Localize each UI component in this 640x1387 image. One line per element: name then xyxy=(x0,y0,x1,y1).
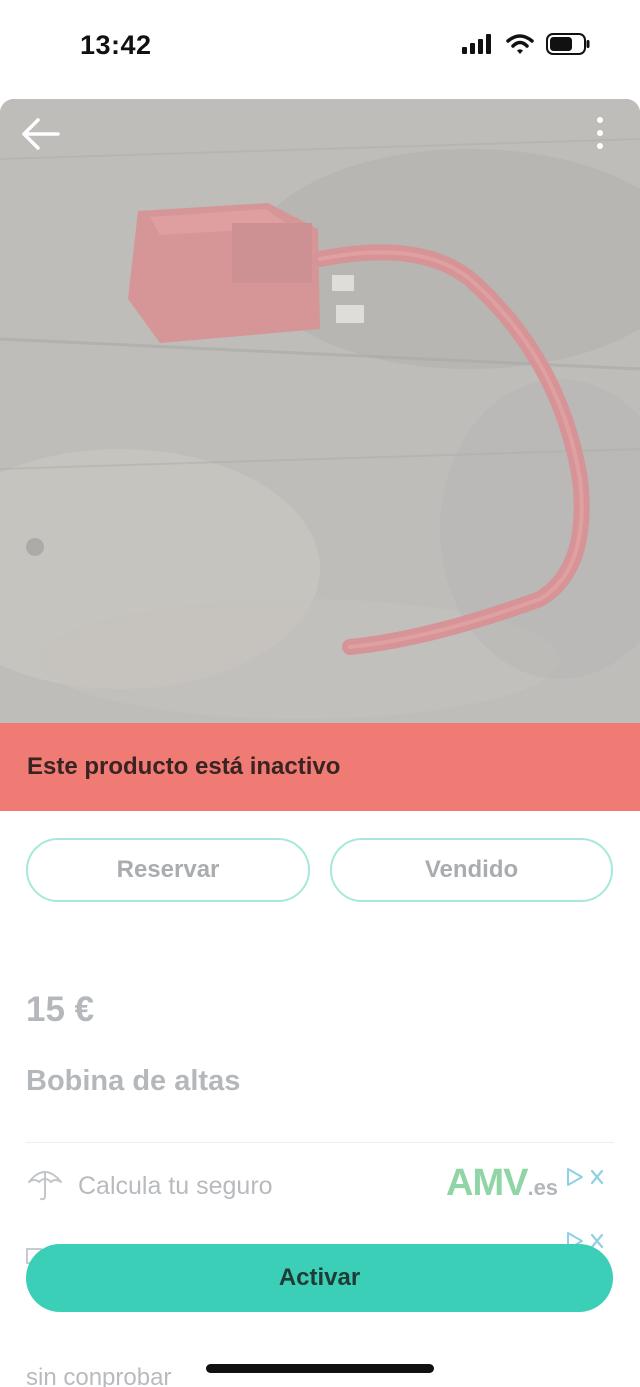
inactive-banner: Este producto está inactivo xyxy=(0,723,640,811)
inactive-banner-text: Este producto está inactivo xyxy=(27,753,341,780)
battery-icon xyxy=(546,33,590,55)
status-bar: 13:42 xyxy=(0,0,640,98)
product-photo[interactable] xyxy=(0,99,640,723)
insurance-ad[interactable]: Calcula tu seguro AMV.es xyxy=(26,1160,614,1214)
ad-choices-icon[interactable] xyxy=(564,1166,610,1190)
umbrella-icon xyxy=(28,1171,62,1201)
product-title: Bobina de altas xyxy=(26,1065,241,1097)
wifi-icon xyxy=(506,34,534,54)
status-time: 13:42 xyxy=(80,30,152,60)
ad-text: Calcula tu seguro xyxy=(78,1172,273,1200)
back-arrow-icon[interactable] xyxy=(18,116,62,152)
product-price: 15 € xyxy=(26,990,95,1029)
sold-button[interactable]: Vendido xyxy=(330,838,613,902)
reserve-button[interactable]: Reservar xyxy=(26,838,310,902)
photo-inactive-overlay xyxy=(0,99,640,723)
more-options-icon[interactable] xyxy=(588,114,612,154)
ad-brand-suffix: .es xyxy=(527,1175,559,1200)
status-icons xyxy=(462,33,590,55)
home-indicator[interactable] xyxy=(206,1364,434,1373)
ad-brand-logo: AMV.es xyxy=(446,1162,558,1205)
activate-button[interactable]: Activar xyxy=(26,1244,613,1312)
divider xyxy=(26,1142,614,1143)
cellular-signal-icon xyxy=(462,34,491,54)
ad-brand-name: AMV xyxy=(446,1162,528,1204)
condition-text: sin conprobar xyxy=(26,1364,172,1387)
